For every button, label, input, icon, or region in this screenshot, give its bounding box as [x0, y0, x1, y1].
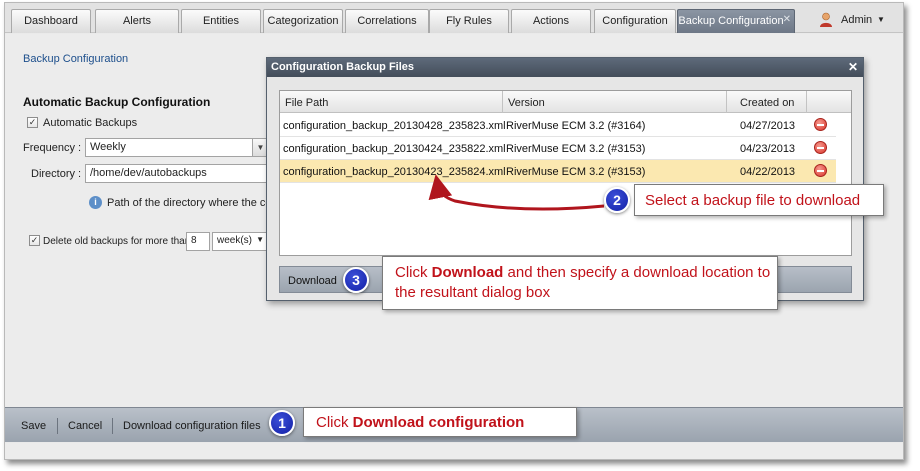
step-badge-3: 3	[343, 267, 369, 293]
delete-old-unit-select[interactable]: week(s) ▼	[212, 232, 268, 251]
download-configuration-button[interactable]: Download configuration files	[123, 420, 261, 432]
close-icon[interactable]: ✕	[783, 14, 791, 25]
user-icon	[820, 12, 832, 27]
delete-icon[interactable]	[814, 164, 827, 177]
download-button[interactable]: Download	[288, 275, 337, 287]
cancel-button[interactable]: Cancel	[68, 420, 102, 432]
directory-help-text: Path of the directory where the co	[107, 197, 272, 209]
created-on-cell: 04/22/2013	[740, 166, 796, 178]
column-header-created-on[interactable]: Created on	[740, 97, 794, 109]
toolbar-separator	[112, 418, 113, 434]
delete-icon[interactable]	[814, 141, 827, 154]
column-divider	[806, 91, 807, 113]
frequency-label: Frequency :	[23, 142, 82, 154]
tab-backup-configuration[interactable]: Backup Configuration ✕	[677, 9, 795, 33]
step-badge-1: 1	[269, 410, 295, 436]
created-on-cell: 04/27/2013	[740, 120, 796, 132]
version-cell: RiverMuse ECM 3.2 (#3164)	[506, 120, 646, 132]
callout-text-prefix: Click	[395, 264, 432, 281]
callout-text: Select a backup file to download	[645, 192, 861, 209]
info-icon: i	[89, 196, 102, 209]
table-row[interactable]: configuration_backup_20130428_235823.xml…	[280, 114, 836, 137]
column-header-version[interactable]: Version	[508, 97, 545, 109]
toolbar-separator	[57, 418, 58, 434]
table-row[interactable]: configuration_backup_20130424_235822.xml…	[280, 137, 836, 160]
footer-spacer	[5, 443, 903, 459]
automatic-backups-label: Automatic Backups	[43, 117, 138, 129]
tab-alerts[interactable]: Alerts	[95, 9, 179, 33]
dialog-title: Configuration Backup Files	[271, 61, 415, 73]
table-row-selected[interactable]: configuration_backup_20130423_235824.xml…	[280, 160, 836, 183]
callout-download: Click Download and then specify a downlo…	[382, 256, 778, 310]
created-on-cell: 04/23/2013	[740, 143, 796, 155]
tab-fly-rules[interactable]: Fly Rules	[429, 9, 509, 33]
tab-backup-configuration-label: Backup Configuration	[678, 15, 784, 27]
column-divider	[502, 91, 503, 113]
breadcrumb[interactable]: Backup Configuration	[23, 53, 128, 65]
frequency-select[interactable]: Weekly	[85, 138, 253, 157]
version-cell: RiverMuse ECM 3.2 (#3153)	[506, 166, 646, 178]
callout-select-backup: Select a backup file to download	[634, 184, 884, 216]
backup-files-table: File Path Version Created on configurati…	[279, 90, 852, 256]
directory-label: Directory :	[31, 168, 82, 180]
tab-configuration[interactable]: Configuration	[594, 9, 676, 33]
delete-old-backups-checkbox[interactable]: ✓	[29, 235, 40, 246]
callout-text-bold: Download configuration	[352, 414, 525, 431]
callout-download-configuration: Click Download configuration	[303, 407, 577, 437]
tab-bar: Dashboard Alerts Entities Categorization…	[5, 3, 903, 33]
chevron-down-icon: ▼	[877, 15, 885, 24]
file-path-cell: configuration_backup_20130424_235822.xml	[283, 143, 506, 155]
column-header-file-path[interactable]: File Path	[285, 97, 328, 109]
tab-entities[interactable]: Entities	[181, 9, 261, 33]
tab-correlations[interactable]: Correlations	[345, 9, 429, 33]
callout-text-prefix: Click	[316, 414, 353, 431]
delete-old-unit-value: week(s)	[217, 235, 253, 246]
step-badge-2: 2	[604, 187, 630, 213]
chevron-down-icon: ▼	[256, 235, 264, 244]
table-header: File Path Version Created on	[280, 91, 851, 113]
column-divider	[726, 91, 727, 113]
automatic-backups-checkbox[interactable]: ✓	[27, 117, 38, 128]
file-path-cell: configuration_backup_20130423_235824.xml	[283, 166, 506, 178]
callout-text-bold: Download	[431, 264, 504, 281]
file-path-cell: configuration_backup_20130428_235823.xml	[283, 120, 506, 132]
section-title: Automatic Backup Configuration	[23, 95, 211, 109]
tab-actions[interactable]: Actions	[511, 9, 591, 33]
directory-input[interactable]: /home/dev/autobackups	[85, 164, 271, 183]
user-name: Admin	[841, 14, 873, 26]
version-cell: RiverMuse ECM 3.2 (#3153)	[506, 143, 646, 155]
delete-old-backups-label: Delete old backups for more than	[43, 236, 191, 247]
delete-old-count-input[interactable]: 8	[186, 232, 210, 251]
save-button[interactable]: Save	[21, 420, 46, 432]
tab-categorization[interactable]: Categorization	[263, 9, 343, 33]
close-icon[interactable]: ✕	[848, 60, 858, 74]
dialog-title-bar[interactable]: Configuration Backup Files ✕	[267, 58, 863, 77]
delete-icon[interactable]	[814, 118, 827, 131]
tab-dashboard[interactable]: Dashboard	[11, 9, 91, 33]
